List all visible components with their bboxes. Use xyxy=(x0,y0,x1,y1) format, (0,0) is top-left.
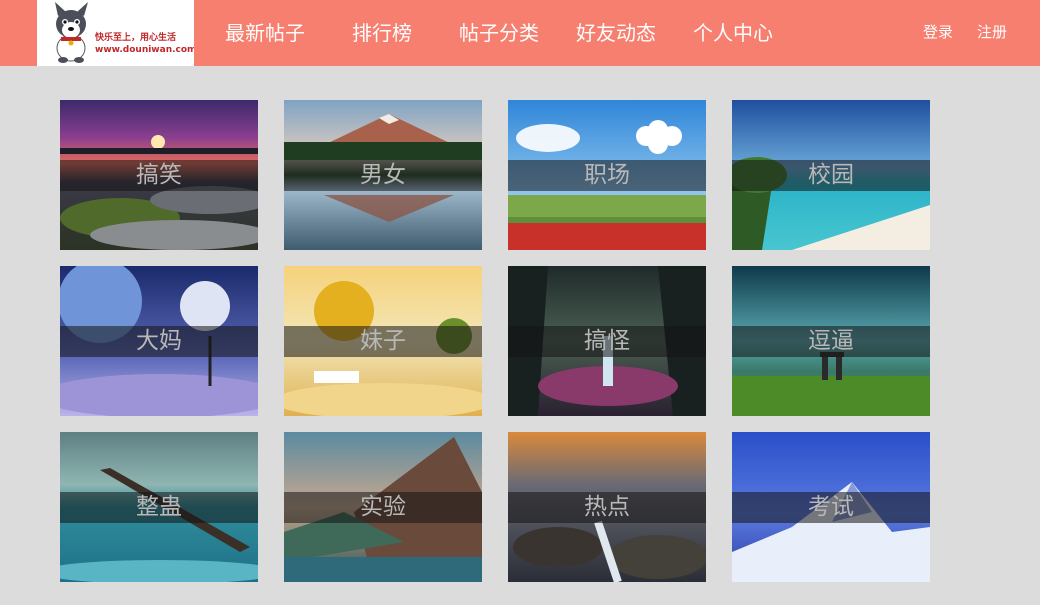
site-logo[interactable]: 快乐至上，用心生活 www.douniwan.com xyxy=(37,0,194,66)
category-label: 考试 xyxy=(808,494,854,520)
nav-post-categories[interactable]: 帖子分类 xyxy=(459,18,539,48)
category-label: 校园 xyxy=(808,162,854,188)
category-label: 整蛊 xyxy=(136,494,182,520)
category-tile-nannv[interactable]: 男女 xyxy=(284,100,482,250)
category-label: 搞笑 xyxy=(136,162,182,188)
nav-friend-activity[interactable]: 好友动态 xyxy=(576,18,656,48)
category-tile-zhichang[interactable]: 职场 xyxy=(508,100,706,250)
category-tile-shiyan[interactable]: 实验 xyxy=(284,432,482,582)
logo-url: www.douniwan.com xyxy=(95,45,194,55)
category-label: 妹子 xyxy=(360,328,406,354)
category-tile-doubi[interactable]: 逗逼 xyxy=(732,266,930,416)
category-label: 职场 xyxy=(584,162,630,188)
nav-ranking[interactable]: 排行榜 xyxy=(352,18,412,48)
nav-latest-posts[interactable]: 最新帖子 xyxy=(225,18,305,48)
register-link[interactable]: 注册 xyxy=(977,20,1007,44)
dog-mascot-icon xyxy=(55,2,88,63)
nav-personal-center[interactable]: 个人中心 xyxy=(693,18,773,48)
category-label: 男女 xyxy=(360,162,406,188)
login-link[interactable]: 登录 xyxy=(923,20,953,44)
category-tile-zhenggu[interactable]: 整蛊 xyxy=(60,432,258,582)
logo-slogan: 快乐至上，用心生活 xyxy=(95,33,177,43)
top-navigation-bar: 快乐至上，用心生活 www.douniwan.com 最新帖子 排行榜 帖子分类… xyxy=(0,0,1040,66)
category-tile-xiaoyuan[interactable]: 校园 xyxy=(732,100,930,250)
category-tile-redian[interactable]: 热点 xyxy=(508,432,706,582)
category-tile-gaoguai[interactable]: 搞怪 xyxy=(508,266,706,416)
category-tile-kaoshi[interactable]: 考试 xyxy=(732,432,930,582)
category-tile-gaoxiao[interactable]: 搞笑 xyxy=(60,100,258,250)
category-label: 实验 xyxy=(360,494,406,520)
category-label: 搞怪 xyxy=(584,328,630,354)
category-tile-meizi[interactable]: 妹子 xyxy=(284,266,482,416)
category-tile-dama[interactable]: 大妈 xyxy=(60,266,258,416)
category-label: 逗逼 xyxy=(808,328,854,354)
category-label: 热点 xyxy=(584,494,630,520)
category-label: 大妈 xyxy=(136,328,182,354)
